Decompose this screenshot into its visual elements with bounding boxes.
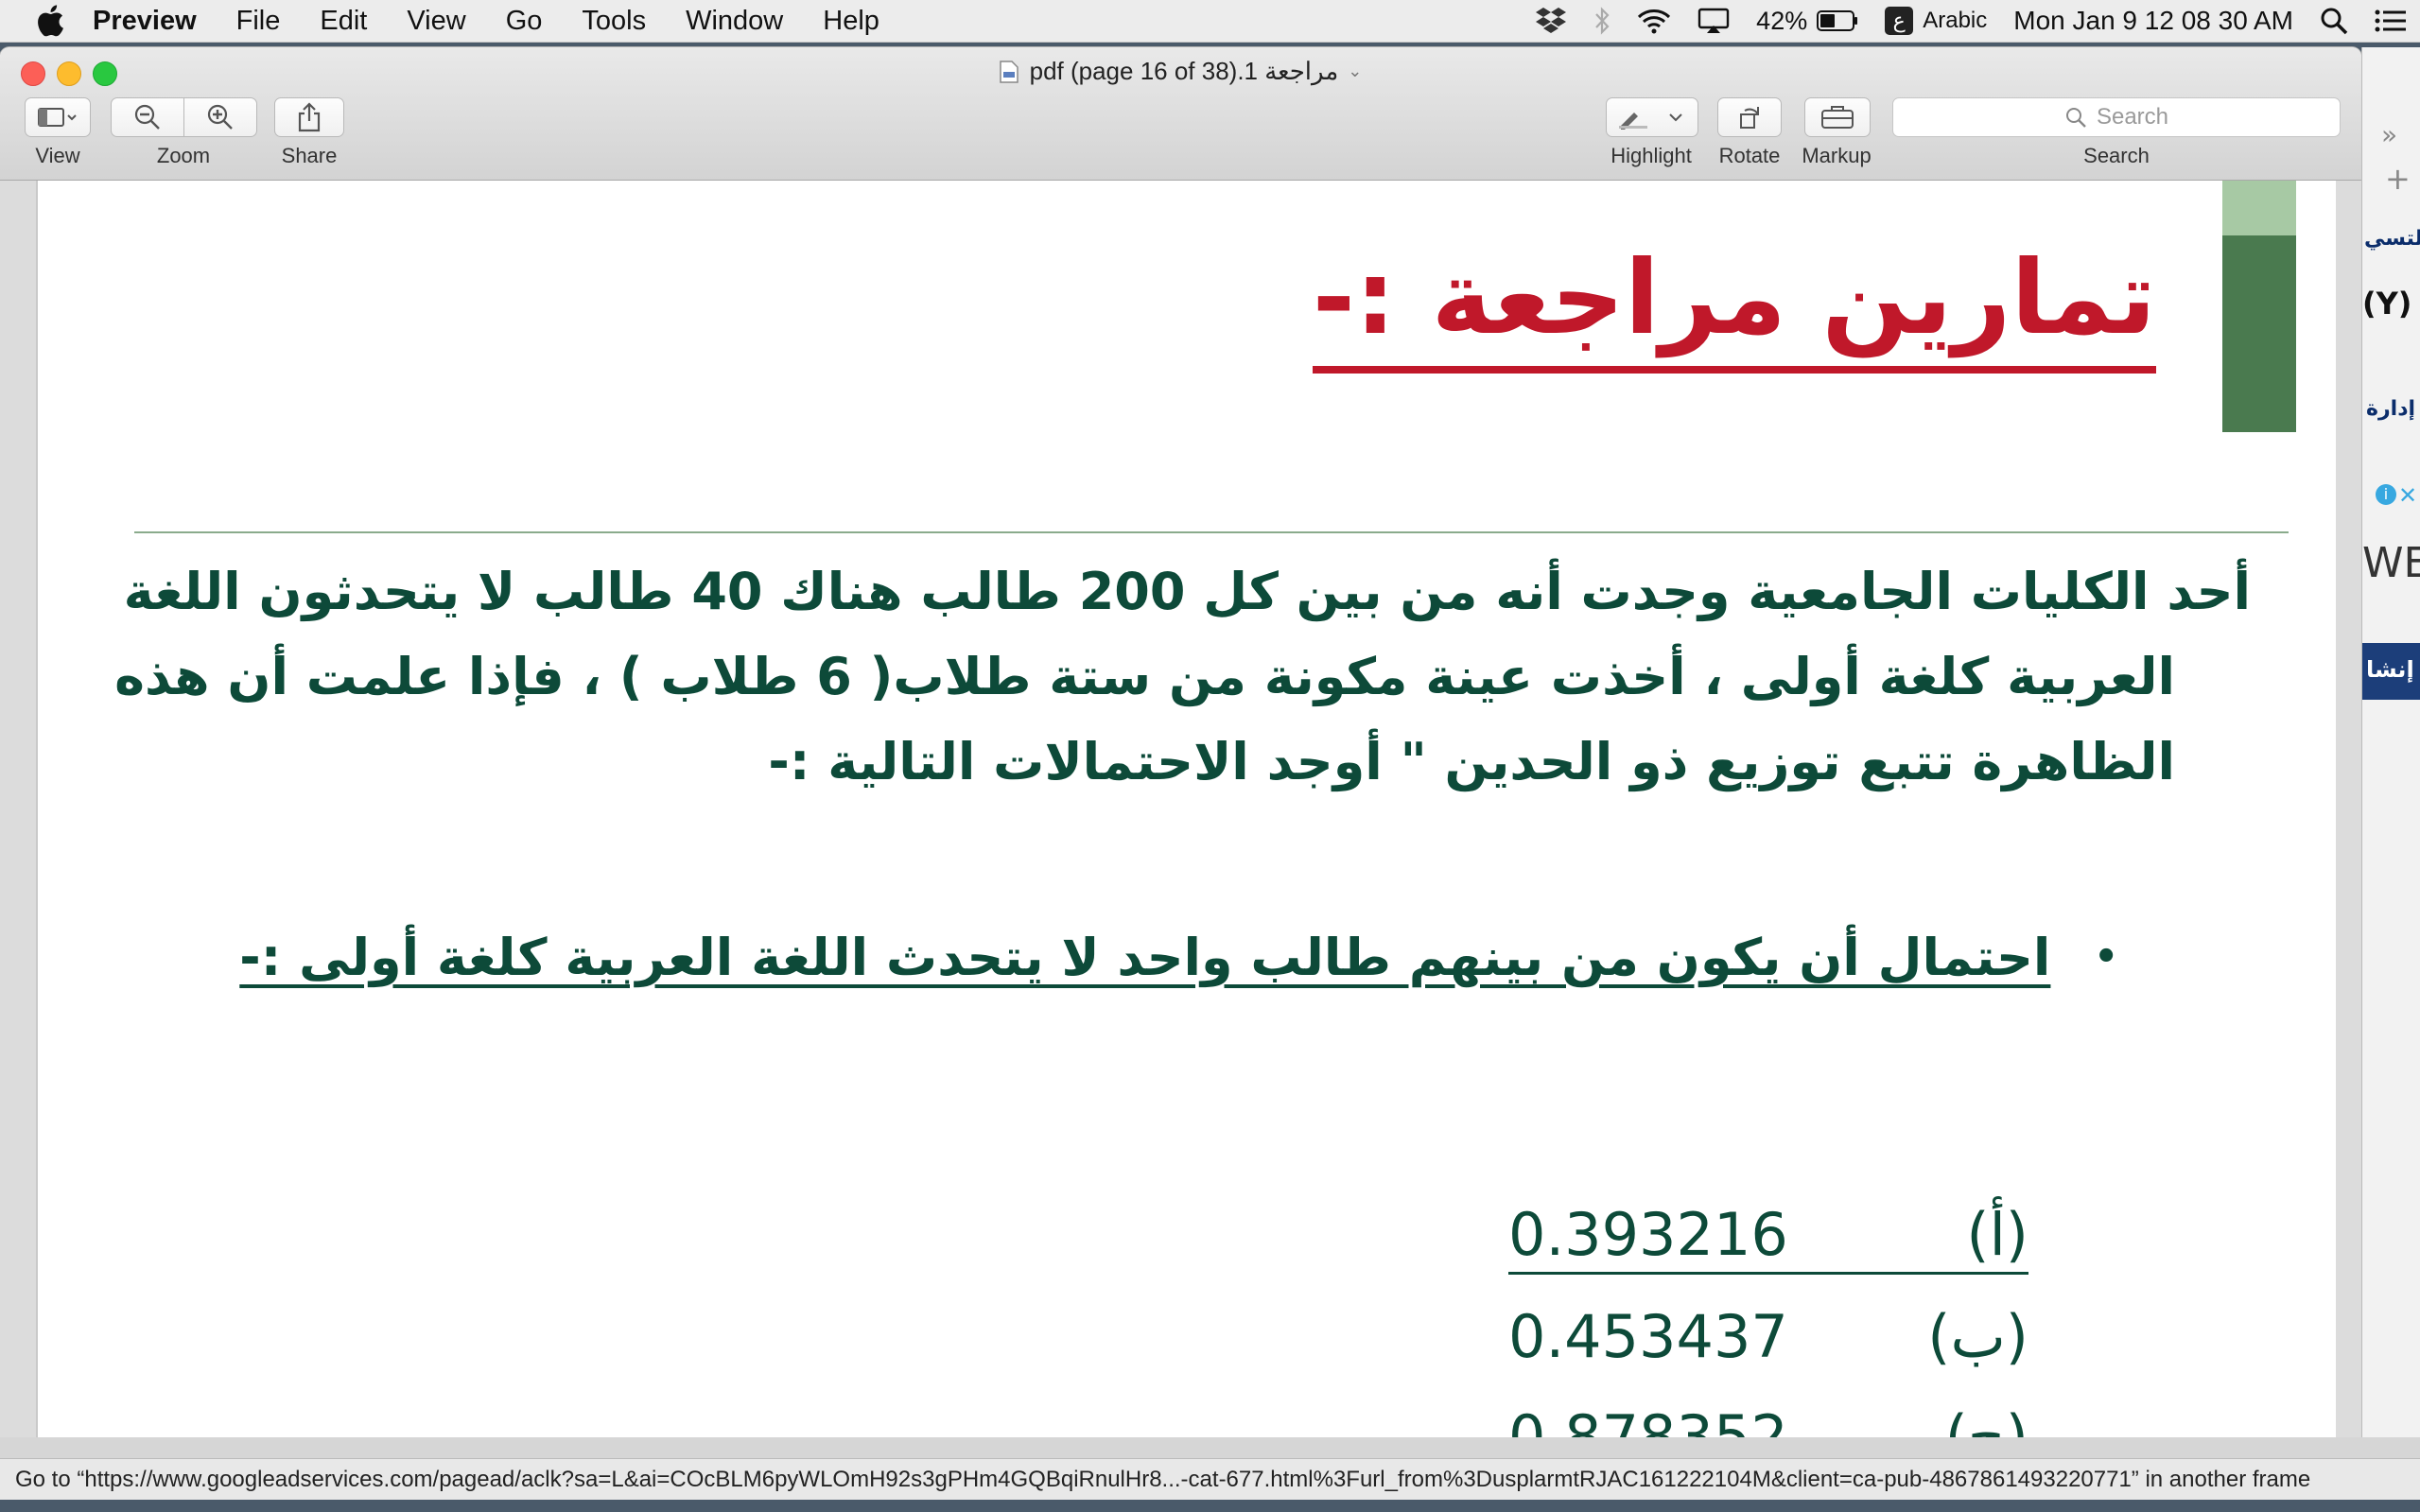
- dropbox-icon[interactable]: [1535, 7, 1567, 35]
- window-title[interactable]: pdf (page 16 of 38).1 مراجعة ⌄: [0, 57, 2361, 86]
- share-button[interactable]: [274, 97, 344, 137]
- rotate-label: Rotate: [1718, 144, 1781, 167]
- spotlight-search-icon[interactable]: [2320, 7, 2348, 35]
- background-text-fragment: إدارة: [2366, 397, 2416, 421]
- highlight-options-chevron-icon[interactable]: [1664, 111, 1687, 124]
- search-field[interactable]: Search: [1892, 97, 2341, 137]
- background-text-fragment: التسي: [2364, 227, 2420, 251]
- zoom-out-button[interactable]: [111, 97, 184, 137]
- menu-app-preview[interactable]: Preview: [93, 6, 197, 37]
- apple-menu-icon[interactable]: [36, 4, 64, 38]
- zoom-label: Zoom: [156, 144, 211, 167]
- link-status-bar: Go to “https://www.googleadservices.com/…: [0, 1458, 2420, 1500]
- airplay-icon[interactable]: [1697, 7, 1730, 35]
- toolbox-icon: [1821, 106, 1854, 129]
- markup-toolbar-button[interactable]: [1804, 97, 1871, 137]
- question-item: • احتمال أن يكون من بينهم طالب واحد لا ي…: [239, 928, 2118, 987]
- view-label: View: [35, 144, 80, 167]
- slide-accent-bar-light: [2222, 181, 2296, 235]
- sidebar-view-button[interactable]: [25, 97, 91, 137]
- notification-center-icon[interactable]: [2375, 9, 2407, 33]
- background-text-fragment: إنشا: [2366, 656, 2414, 683]
- background-dark-banner: إنشا: [2362, 643, 2420, 700]
- status-menus: 42% ع Arabic Mon Jan 9 12 08 30 AM: [1535, 0, 2420, 42]
- battery-percent: 42%: [1756, 6, 1808, 35]
- share-icon: [298, 102, 321, 132]
- search-label: Search: [2083, 144, 2150, 167]
- document-view[interactable]: تمارين مراجعة :- أحد الكليات الجامعية وج…: [0, 181, 2361, 1437]
- background-text-fragment: WE: [2362, 539, 2420, 587]
- menu-window[interactable]: Window: [686, 6, 783, 37]
- slide-accent-bar-dark: [2222, 235, 2296, 432]
- answer-option: 0.453437 (ب): [1508, 1302, 2028, 1387]
- background-window-edge: [0, 1437, 2420, 1458]
- new-tab-plus-icon[interactable]: +: [2385, 161, 2411, 197]
- option-value: 0.453437: [1508, 1302, 1788, 1371]
- background-browser-window[interactable]: » + التسي (Y) إدارة i ✕ WE إنشا: [2361, 47, 2420, 1437]
- zoom-out-icon: [134, 104, 160, 130]
- option-label: (ج): [1944, 1402, 2028, 1437]
- search-icon: [2065, 108, 2086, 128]
- slide-title: تمارين مراجعة :-: [1312, 237, 2156, 374]
- problem-line: أحد الكليات الجامعية وجدت أنه من بين كل …: [123, 562, 2251, 621]
- rotate-button[interactable]: [1717, 97, 1782, 137]
- input-source-label: Arabic: [1923, 8, 1988, 33]
- search-placeholder: Search: [2096, 104, 2169, 130]
- menu-edit[interactable]: Edit: [320, 6, 367, 37]
- answer-option: 0.878352 (ج): [1508, 1402, 2028, 1437]
- option-label: (أ): [1966, 1200, 2028, 1269]
- rotate-icon: [1740, 107, 1759, 129]
- option-value: 0.878352: [1508, 1402, 1788, 1437]
- ad-info-icon[interactable]: i: [2376, 484, 2396, 505]
- background-text-fragment: (Y): [2362, 286, 2412, 322]
- problem-line: الظاهرة تتبع توزيع ذو الحدين " أوجد الاح…: [768, 732, 2175, 791]
- slide-divider: [134, 531, 2289, 533]
- problem-line: العربية كلغة أولى ، أخذت عينة مكونة من س…: [114, 647, 2175, 706]
- pdf-page: تمارين مراجعة :- أحد الكليات الجامعية وج…: [36, 181, 2336, 1437]
- bullet-icon: •: [2094, 935, 2118, 979]
- bluetooth-icon[interactable]: [1593, 7, 1610, 35]
- menu-view[interactable]: View: [407, 6, 465, 37]
- question-text: احتمال أن يكون من بينهم طالب واحد لا يتح…: [239, 928, 2051, 987]
- ad-close-icon[interactable]: ✕: [2398, 482, 2417, 509]
- highlight-button[interactable]: [1606, 97, 1698, 137]
- zoom-in-icon: [207, 104, 233, 130]
- option-value: 0.393216: [1508, 1200, 1788, 1269]
- tab-overflow-icon[interactable]: »: [2381, 119, 2397, 150]
- title-chevron-down-icon[interactable]: ⌄: [1348, 61, 1362, 81]
- title-bar: pdf (page 16 of 38).1 مراجعة ⌄ View Zoom…: [0, 47, 2361, 181]
- highlight-label: Highlight: [1610, 144, 1692, 167]
- preview-window: pdf (page 16 of 38).1 مراجعة ⌄ View Zoom…: [0, 47, 2361, 1437]
- markup-label: Markup: [1802, 144, 1872, 167]
- wifi-icon[interactable]: [1637, 8, 1671, 34]
- battery-icon[interactable]: [1817, 9, 1858, 32]
- highlighter-pen-icon: [1619, 113, 1647, 130]
- zoom-in-button[interactable]: [183, 97, 257, 137]
- answer-option: 0.393216 (أ): [1508, 1200, 2028, 1275]
- input-source-menu[interactable]: ع Arabic: [1885, 7, 1987, 35]
- menubar-clock[interactable]: Mon Jan 9 12 08 30 AM: [2013, 6, 2293, 36]
- window-title-text: pdf (page 16 of 38).1 مراجعة: [1029, 57, 1339, 85]
- pdf-document-icon: [999, 60, 1018, 83]
- share-label: Share: [281, 144, 338, 167]
- menu-go[interactable]: Go: [506, 6, 543, 37]
- problem-statement: أحد الكليات الجامعية وجدت أنه من بين كل …: [114, 549, 2251, 805]
- arabic-keyboard-icon: ع: [1885, 7, 1914, 35]
- menu-help[interactable]: Help: [823, 6, 879, 37]
- menu-bar: Preview File Edit View Go Tools Window H…: [0, 0, 2420, 43]
- sidebar-icon: [38, 108, 77, 127]
- menu-tools[interactable]: Tools: [582, 6, 646, 37]
- option-label: (ب): [1927, 1302, 2028, 1371]
- menu-file[interactable]: File: [236, 6, 281, 37]
